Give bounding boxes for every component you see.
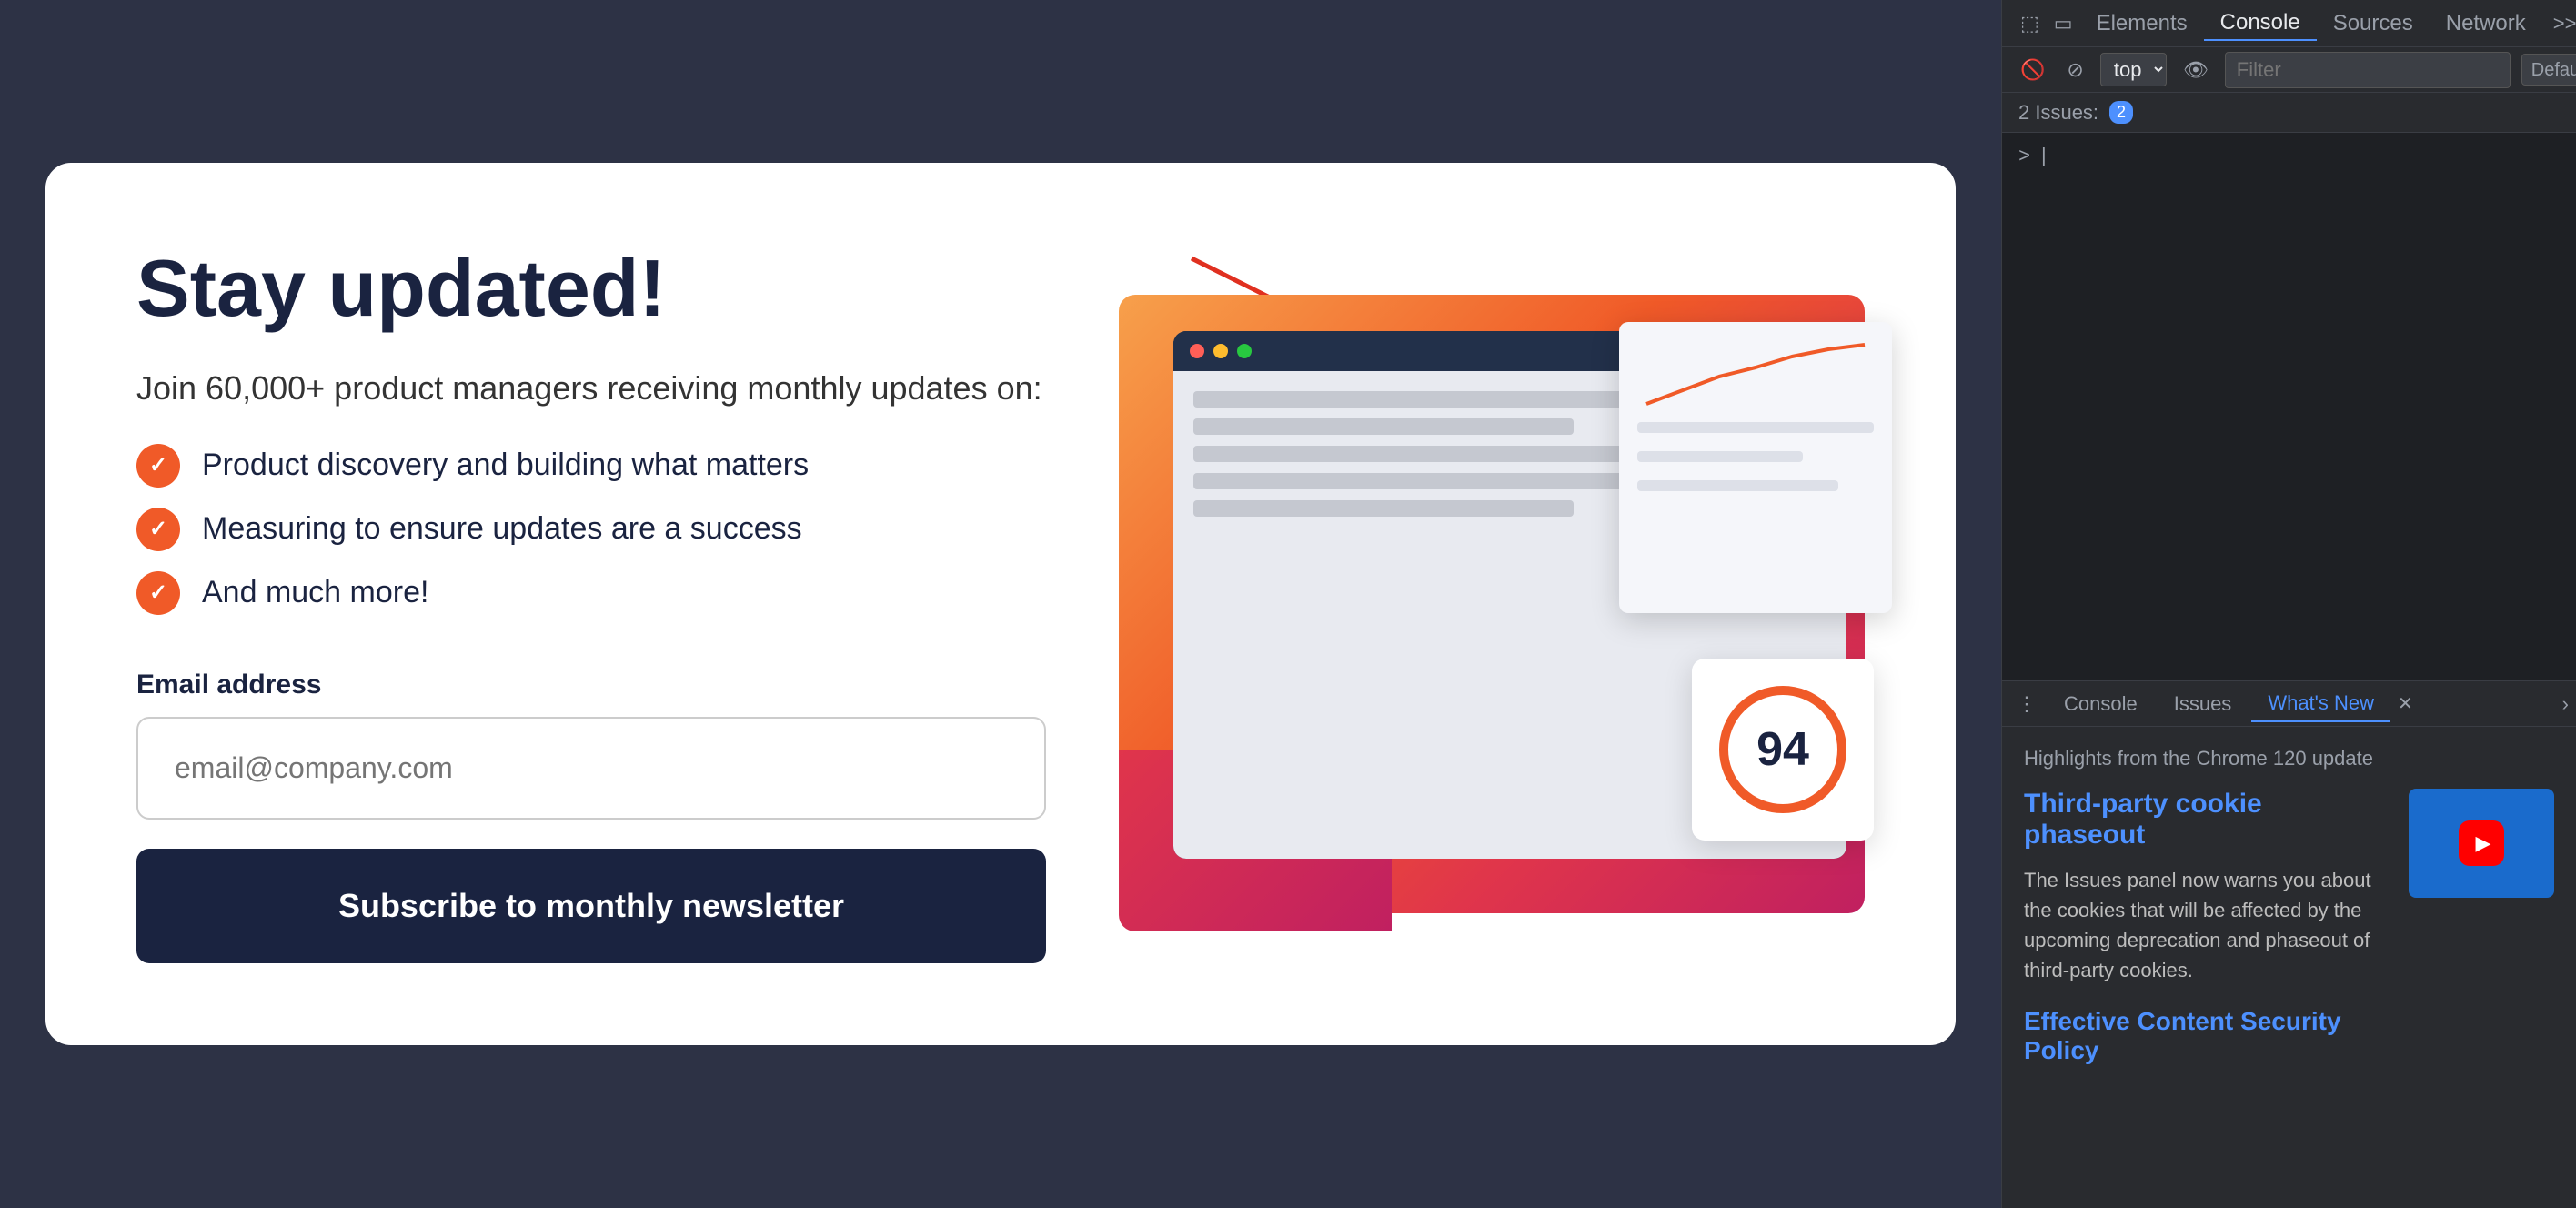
score-badge: 94 bbox=[1692, 659, 1874, 841]
list-item: And much more! bbox=[136, 571, 1046, 615]
checklist: Product discovery and building what matt… bbox=[136, 444, 1046, 615]
third-party-title: Third-party cookie phaseout bbox=[2024, 789, 2390, 851]
tab-console[interactable]: Console bbox=[2204, 6, 2317, 41]
device-icon[interactable]: ▭ bbox=[2047, 5, 2080, 43]
issues-bar: 2 Issues: 2 bbox=[2002, 93, 2576, 133]
check-icon-1 bbox=[136, 444, 180, 488]
list-item-text-1: Product discovery and building what matt… bbox=[202, 448, 809, 483]
devtools-tabs: Elements Console Sources Network >> bbox=[2080, 6, 2576, 41]
content-line bbox=[1193, 418, 1574, 435]
devtools-toolbar: 🚫 ⊘ top 👁 Default levels ▾ ⚙ bbox=[2002, 47, 2576, 93]
filter-input[interactable] bbox=[2225, 52, 2511, 88]
chart-line bbox=[1637, 480, 1838, 491]
block-icon[interactable]: ⊘ bbox=[2061, 53, 2088, 87]
newsletter-card: Stay updated! Join 60,000+ product manag… bbox=[45, 163, 1956, 1045]
devtools-topbar: ⬚ ▭ Elements Console Sources Network >> … bbox=[2002, 0, 2576, 47]
console-prompt: > | bbox=[2018, 146, 2560, 168]
tab-elements[interactable]: Elements bbox=[2080, 7, 2204, 40]
list-item-text-2: Measuring to ensure updates are a succes… bbox=[202, 511, 802, 547]
issues-count: 2 bbox=[2109, 101, 2133, 124]
log-levels-dropdown[interactable]: Default levels ▾ bbox=[2521, 54, 2576, 86]
check-icon-3 bbox=[136, 571, 180, 615]
dot-red bbox=[1190, 344, 1204, 358]
tab-issues-bottom[interactable]: Issues bbox=[2158, 687, 2249, 721]
expand-icon[interactable]: › bbox=[2562, 692, 2569, 716]
inspect-icon[interactable]: ⬚ bbox=[2013, 5, 2047, 43]
email-label: Email address bbox=[136, 669, 1046, 700]
chart-line bbox=[1637, 451, 1803, 462]
subtext: Join 60,000+ product managers receiving … bbox=[136, 369, 1046, 408]
devtools-panel: ⬚ ▭ Elements Console Sources Network >> … bbox=[2001, 0, 2576, 1208]
card-right: 94 bbox=[1119, 295, 1865, 913]
devtools-bottom-panel: ⋮ Console Issues What's New ✕ › Highligh… bbox=[2002, 680, 2576, 1208]
whats-new-content: Highlights from the Chrome 120 update Th… bbox=[2002, 727, 2576, 1208]
issues-label: 2 Issues: bbox=[2018, 101, 2098, 125]
issues-count-badge: 2 bbox=[2109, 101, 2133, 124]
context-select[interactable]: top bbox=[2100, 53, 2167, 86]
hero-illustration: 94 bbox=[1119, 295, 1865, 913]
clear-icon[interactable]: 🚫 bbox=[2015, 53, 2050, 87]
browser-area: Stay updated! Join 60,000+ product manag… bbox=[0, 0, 2001, 1208]
list-item: Measuring to ensure updates are a succes… bbox=[136, 508, 1046, 551]
close-tab-icon[interactable]: ✕ bbox=[2398, 692, 2413, 715]
score-number: 94 bbox=[1719, 686, 1846, 813]
trend-chart bbox=[1637, 340, 1874, 413]
cursor: | bbox=[2038, 146, 2049, 168]
chart-paper bbox=[1619, 322, 1892, 613]
dot-green bbox=[1237, 344, 1252, 358]
email-input[interactable] bbox=[136, 717, 1046, 820]
dot-yellow bbox=[1213, 344, 1228, 358]
third-party-section: Third-party cookie phaseout The Issues p… bbox=[2024, 789, 2554, 1065]
youtube-play-button[interactable] bbox=[2459, 820, 2504, 866]
check-icon-2 bbox=[136, 508, 180, 551]
console-output: > | bbox=[2002, 133, 2576, 680]
tab-network[interactable]: Network bbox=[2430, 7, 2542, 40]
video-thumbnail[interactable] bbox=[2409, 789, 2554, 898]
tab-whats-new[interactable]: What's New bbox=[2251, 686, 2390, 722]
effective-csp-title: Effective Content Security Policy bbox=[2024, 1007, 2390, 1065]
headline: Stay updated! bbox=[136, 245, 1046, 333]
tab-console-bottom[interactable]: Console bbox=[2048, 687, 2154, 721]
content-line bbox=[1193, 500, 1574, 517]
list-item: Product discovery and building what matt… bbox=[136, 444, 1046, 488]
highlights-text: Highlights from the Chrome 120 update bbox=[2024, 747, 2554, 770]
third-party-desc: The Issues panel now warns you about the… bbox=[2024, 865, 2390, 985]
bottom-tab-bar: ⋮ Console Issues What's New ✕ › bbox=[2002, 681, 2576, 727]
prompt-symbol: > bbox=[2018, 146, 2030, 168]
tab-sources[interactable]: Sources bbox=[2317, 7, 2430, 40]
eye-icon[interactable]: 👁 bbox=[2178, 53, 2214, 87]
list-item-text-3: And much more! bbox=[202, 575, 428, 610]
chart-line bbox=[1637, 422, 1874, 433]
bottom-more-icon[interactable]: ⋮ bbox=[2009, 685, 2044, 723]
more-tabs-icon[interactable]: >> bbox=[2542, 8, 2576, 39]
subscribe-button[interactable]: Subscribe to monthly newsletter bbox=[136, 849, 1046, 963]
card-left: Stay updated! Join 60,000+ product manag… bbox=[136, 245, 1046, 963]
